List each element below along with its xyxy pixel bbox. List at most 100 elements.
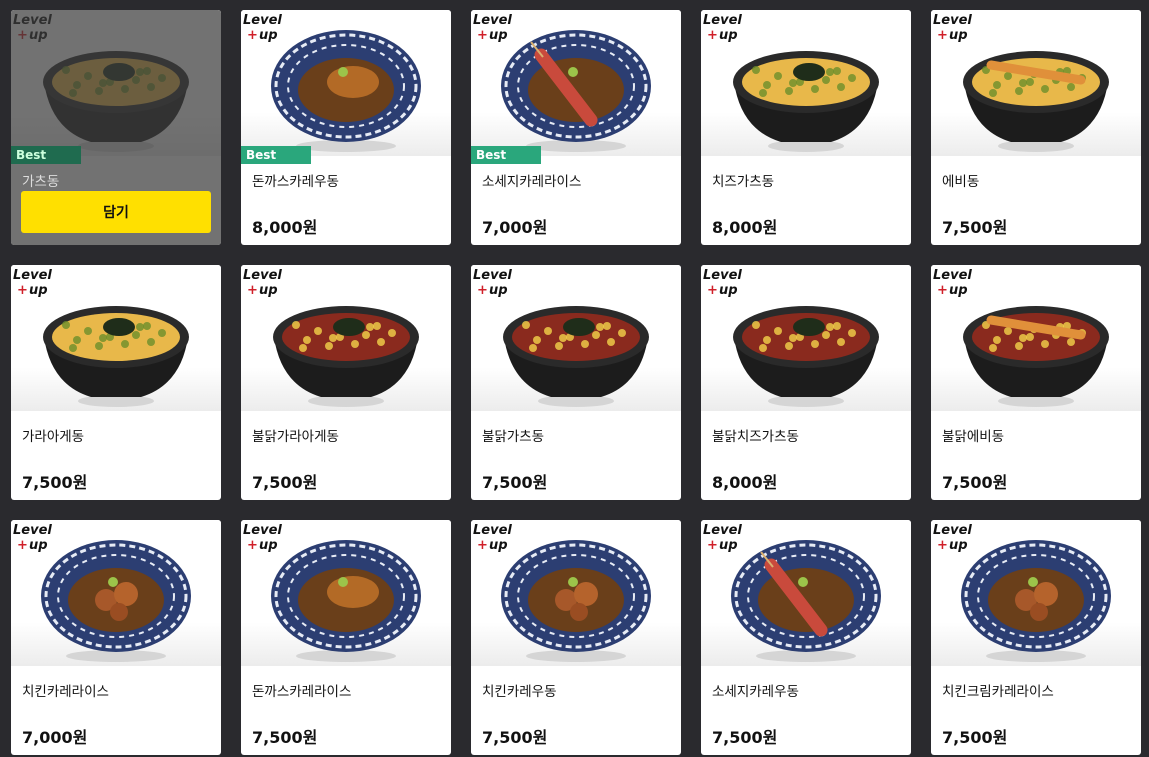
svg-text:+: + xyxy=(477,538,488,553)
svg-text:+: + xyxy=(937,538,948,553)
menu-item-name: 소세지카레라이스 xyxy=(482,174,582,190)
menu-item-photo: Levelup+ xyxy=(931,265,1141,411)
menu-item-name: 가라아게동 xyxy=(22,429,85,445)
menu-item-name: 치킨카레우동 xyxy=(482,684,557,700)
svg-text:Level: Level xyxy=(243,268,282,283)
level-up-logo: Levelup+ xyxy=(473,523,512,553)
menu-item-price: 7,500원 xyxy=(482,728,548,747)
svg-text:+: + xyxy=(247,538,258,553)
menu-item-card[interactable]: Level up + Best 돈까스카레우동 8,000원 xyxy=(241,10,451,245)
menu-item-card[interactable]: Level up + 에비동 7,500원 xyxy=(931,10,1141,245)
menu-item-photo: Levelup+ xyxy=(471,520,681,666)
svg-text:+: + xyxy=(247,28,258,43)
menu-item-price: 7,500원 xyxy=(712,728,778,747)
level-up-logo: Levelup+ xyxy=(703,268,742,298)
menu-item-price: 8,000원 xyxy=(712,218,778,237)
menu-item-photo: Levelup+ xyxy=(471,10,681,156)
menu-item-name: 불닭치즈가츠동 xyxy=(712,429,799,445)
menu-item-card[interactable]: Level up + 치킨카레라이스 7,000원 xyxy=(11,520,221,755)
menu-item-card[interactable]: Level up + 치킨크림카레라이스 7,500원 xyxy=(931,520,1141,755)
svg-text:Level: Level xyxy=(703,523,742,538)
svg-text:up: up xyxy=(29,283,48,298)
svg-text:+: + xyxy=(477,283,488,298)
svg-text:Level: Level xyxy=(243,523,282,538)
svg-text:up: up xyxy=(949,283,968,298)
level-up-logo: Levelup+ xyxy=(243,523,282,553)
best-badge: Best xyxy=(471,146,541,164)
svg-text:+: + xyxy=(707,283,718,298)
svg-text:Level: Level xyxy=(473,13,512,28)
best-badge: Best xyxy=(11,146,81,164)
menu-item-photo: Levelup+ xyxy=(701,10,911,156)
svg-text:up: up xyxy=(489,28,508,43)
level-up-logo: Levelup+ xyxy=(473,13,512,43)
add-to-cart-button[interactable]: 담기 xyxy=(21,191,211,233)
menu-grid: Levelup+Best가츠동담기Levelup+Best돈까스카레우동8,00… xyxy=(11,10,1141,755)
level-up-logo: Levelup+ xyxy=(13,268,52,298)
menu-item-photo: Levelup+ xyxy=(11,520,221,666)
menu-item-name: 에비동 xyxy=(942,174,980,190)
svg-text:up: up xyxy=(259,538,278,553)
menu-item-photo: Levelup+ xyxy=(931,10,1141,156)
level-up-logo: Levelup+ xyxy=(703,523,742,553)
menu-item-card[interactable]: Level up + 불닭가라아게동 7,500원 xyxy=(241,265,451,500)
menu-item-price: 7,500원 xyxy=(252,473,318,492)
menu-item-photo: Levelup+ xyxy=(241,265,451,411)
menu-item-name: 치킨카레라이스 xyxy=(22,684,109,700)
svg-text:up: up xyxy=(29,538,48,553)
svg-text:up: up xyxy=(719,283,738,298)
menu-item-name: 불닭가라아게동 xyxy=(252,429,339,445)
menu-item-price: 8,000원 xyxy=(252,218,318,237)
menu-item-card[interactable]: Level up + 돈까스카레라이스 7,500원 xyxy=(241,520,451,755)
svg-text:+: + xyxy=(17,538,28,553)
svg-text:up: up xyxy=(719,28,738,43)
svg-text:Level: Level xyxy=(13,268,52,283)
menu-item-name: 불닭가츠동 xyxy=(482,429,545,445)
menu-item-name: 소세지카레우동 xyxy=(712,684,799,700)
svg-text:+: + xyxy=(707,28,718,43)
svg-text:Level: Level xyxy=(703,13,742,28)
menu-item-card[interactable]: Level up + Best 소세지카레라이스 7,000원 xyxy=(471,10,681,245)
menu-item-card[interactable]: Level up + 치즈가츠동 8,000원 xyxy=(701,10,911,245)
svg-text:+: + xyxy=(477,28,488,43)
menu-item-card[interactable]: Levelup+Best가츠동담기 xyxy=(11,10,221,245)
svg-text:Level: Level xyxy=(473,523,512,538)
menu-item-name: 치즈가츠동 xyxy=(712,174,775,190)
menu-item-card[interactable]: Level up + 가라아게동 7,500원 xyxy=(11,265,221,500)
svg-text:up: up xyxy=(489,538,508,553)
menu-item-card[interactable]: Level up + 치킨카레우동 7,500원 xyxy=(471,520,681,755)
level-up-logo: Levelup+ xyxy=(703,13,742,43)
menu-item-price: 7,000원 xyxy=(482,218,548,237)
level-up-logo: Levelup+ xyxy=(243,268,282,298)
menu-item-name: 치킨크림카레라이스 xyxy=(942,684,1054,700)
svg-text:up: up xyxy=(719,538,738,553)
menu-item-photo: Levelup+ xyxy=(471,265,681,411)
svg-text:+: + xyxy=(937,28,948,43)
menu-item-price: 7,000원 xyxy=(22,728,88,747)
svg-text:Level: Level xyxy=(243,13,282,28)
svg-text:Level: Level xyxy=(933,523,972,538)
menu-item-price: 7,500원 xyxy=(942,218,1008,237)
menu-item-photo: Levelup+ xyxy=(931,520,1141,666)
menu-item-name: 돈까스카레우동 xyxy=(252,174,339,190)
level-up-logo: Levelup+ xyxy=(243,13,282,43)
menu-item-photo: Levelup+ xyxy=(11,265,221,411)
svg-text:Level: Level xyxy=(933,13,972,28)
menu-item-card[interactable]: Level up + 소세지카레우동 7,500원 xyxy=(701,520,911,755)
menu-item-price: 7,500원 xyxy=(22,473,88,492)
menu-item-card[interactable]: Level up + 불닭에비동 7,500원 xyxy=(931,265,1141,500)
level-up-logo: Levelup+ xyxy=(933,523,972,553)
menu-item-card[interactable]: Level up + 불닭치즈가츠동 8,000원 xyxy=(701,265,911,500)
menu-item-photo: Levelup+ xyxy=(701,265,911,411)
svg-text:+: + xyxy=(937,283,948,298)
svg-text:up: up xyxy=(489,283,508,298)
svg-text:Level: Level xyxy=(933,268,972,283)
svg-text:Level: Level xyxy=(703,268,742,283)
best-badge: Best xyxy=(241,146,311,164)
level-up-logo: Levelup+ xyxy=(933,13,972,43)
svg-text:up: up xyxy=(949,538,968,553)
svg-text:up: up xyxy=(259,28,278,43)
menu-item-card[interactable]: Level up + 불닭가츠동 7,500원 xyxy=(471,265,681,500)
menu-item-photo: Levelup+ xyxy=(241,10,451,156)
svg-text:up: up xyxy=(259,283,278,298)
